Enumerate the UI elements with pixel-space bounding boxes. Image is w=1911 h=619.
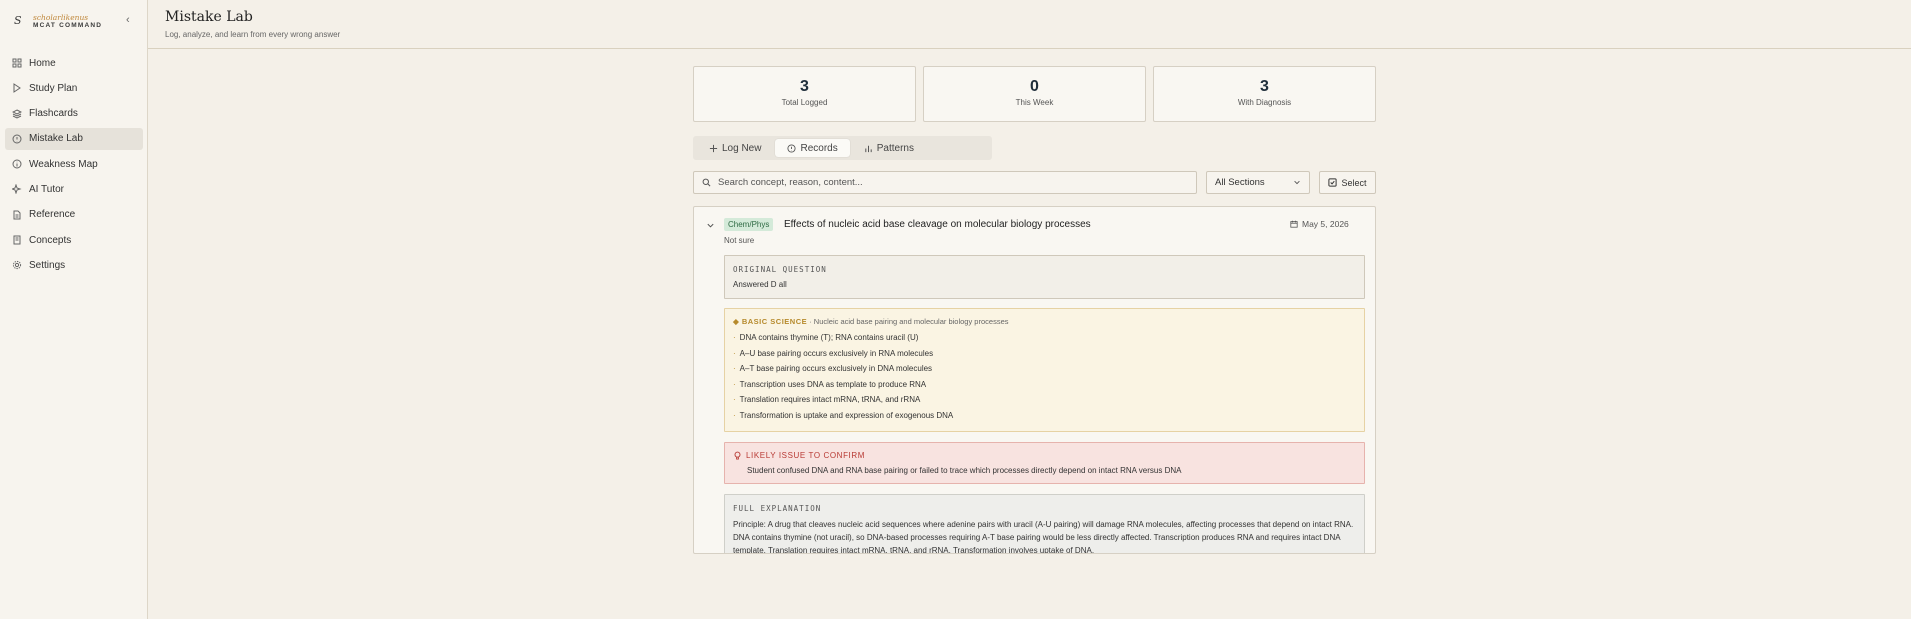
page-subtitle: Log, analyze, and learn from every wrong… <box>165 30 341 39</box>
stat-label: With Diagnosis <box>1237 98 1292 107</box>
full-explanation-panel: FULL EXPLANATION Principle: A drug that … <box>724 494 1365 554</box>
section-filter-select[interactable]: All Sections <box>1206 171 1310 194</box>
brand-name: scholarlikenus <box>33 13 89 22</box>
sidebar-item-label: Settings <box>29 259 66 271</box>
sidebar-item-label: Flashcards <box>29 108 78 120</box>
list-item: Translation requires intact mRNA, tRNA, … <box>733 395 953 411</box>
sidebar-item-ai-tutor[interactable]: AI Tutor <box>5 178 143 200</box>
tab-patterns[interactable]: Patterns <box>852 139 926 157</box>
stat-with-diagnosis: 3 With Diagnosis <box>1153 66 1376 122</box>
panel-body: Answered D all <box>733 280 787 289</box>
play-icon <box>11 82 23 94</box>
sidebar-item-weakness-map[interactable]: Weakness Map <box>5 153 143 175</box>
list-item: DNA contains thymine (T); RNA contains u… <box>733 333 953 349</box>
mistake-tabs: Log New Records Patterns <box>693 136 992 160</box>
brand: S scholarlikenus MCAT COMMAND <box>12 12 140 32</box>
sidebar-item-settings[interactable]: Settings <box>5 254 143 276</box>
lightbulb-icon <box>734 451 741 460</box>
panel-heading: FULL EXPLANATION <box>733 504 822 513</box>
search-input[interactable] <box>718 177 1188 188</box>
list-item: A–T base pairing occurs exclusively in D… <box>733 364 953 380</box>
record-date: May 5, 2026 <box>1290 219 1349 229</box>
basic-science-subheading: · Nucleic acid base pairing and molecula… <box>809 317 1009 326</box>
sidebar-item-concepts[interactable]: Concepts <box>5 229 143 251</box>
stat-label: Total Logged <box>781 98 828 107</box>
list-item: Transformation is uptake and expression … <box>733 411 954 427</box>
list-item: A–U base pairing occurs exclusively in R… <box>733 349 953 365</box>
sidebar-item-study-plan[interactable]: Study Plan <box>5 77 143 99</box>
original-question-panel: ORIGINAL QUESTION Answered D all <box>724 255 1365 299</box>
likely-issue-heading: LIKELY ISSUE TO CONFIRM <box>746 451 866 460</box>
sidebar-item-label: Study Plan <box>29 82 78 94</box>
tab-records[interactable]: Records <box>775 139 850 157</box>
record-date-text: May 5, 2026 <box>1302 219 1349 229</box>
info-circle-icon <box>11 158 23 170</box>
select-button-label: Select <box>1341 177 1367 188</box>
checkbox-icon <box>1328 178 1338 187</box>
basic-science-panel: ◆ BASIC SCIENCE · Nucleic acid base pair… <box>724 308 1365 432</box>
stat-value: 3 <box>1260 78 1269 95</box>
sidebar-item-label: Home <box>29 57 56 69</box>
sidebar-item-label: AI Tutor <box>29 183 65 195</box>
stat-this-week: 0 This Week <box>923 66 1146 122</box>
mistake-record-card: Chem/Phys Effects of nucleic acid base c… <box>693 206 1376 554</box>
select-button[interactable]: Select <box>1319 171 1376 194</box>
tab-label: Log New <box>722 142 762 154</box>
sidebar-item-label: Reference <box>29 209 76 221</box>
panel-heading: ◆ BASIC SCIENCE · Nucleic acid base pair… <box>733 317 1009 326</box>
panel-body: Principle: A drug that cleaves nucleic a… <box>733 520 1354 554</box>
stat-value: 3 <box>800 78 809 95</box>
sparkle-icon <box>11 183 23 195</box>
sidebar-nav: Home Study Plan Flashcards Mistake Lab W… <box>5 52 143 280</box>
plus-icon <box>709 144 718 152</box>
document-icon <box>11 209 23 221</box>
calendar-icon <box>1290 220 1298 228</box>
page-title: Mistake Lab <box>165 9 253 25</box>
panel-heading: ORIGINAL QUESTION <box>733 265 827 274</box>
likely-issue-panel: LIKELY ISSUE TO CONFIRM Student confused… <box>724 442 1365 484</box>
stat-label: This Week <box>1015 98 1054 107</box>
brand-subtitle: MCAT COMMAND <box>33 22 103 29</box>
sidebar-item-reference[interactable]: Reference <box>5 204 143 226</box>
sidebar: S scholarlikenus MCAT COMMAND ‹ Home Stu… <box>0 0 148 619</box>
book-icon <box>11 234 23 246</box>
stat-total-logged: 3 Total Logged <box>693 66 916 122</box>
record-status: Not sure <box>724 236 755 245</box>
sidebar-item-label: Concepts <box>29 234 72 246</box>
panel-heading: LIKELY ISSUE TO CONFIRM <box>733 451 865 460</box>
sidebar-item-label: Weakness Map <box>29 158 98 170</box>
section-filter-value: All Sections <box>1215 177 1265 188</box>
bar-chart-icon <box>865 145 872 152</box>
record-title[interactable]: Effects of nucleic acid base cleavage on… <box>784 219 1091 230</box>
alert-circle-icon <box>787 143 797 153</box>
gear-icon <box>11 259 23 271</box>
grid-icon <box>11 57 23 69</box>
sidebar-item-home[interactable]: Home <box>5 52 143 74</box>
layers-icon <box>11 108 23 120</box>
sidebar-item-flashcards[interactable]: Flashcards <box>5 103 143 125</box>
panel-body: Student confused DNA and RNA base pairin… <box>747 466 1182 475</box>
alert-circle-icon <box>11 133 23 145</box>
page-header: Mistake Lab Log, analyze, and learn from… <box>148 0 1911 49</box>
basic-science-heading: ◆ BASIC SCIENCE <box>733 317 808 326</box>
brand-logo: S <box>14 14 22 27</box>
tab-label: Patterns <box>876 142 914 154</box>
search-box <box>693 171 1197 194</box>
sidebar-item-label: Mistake Lab <box>29 133 83 145</box>
chevron-down-icon[interactable] <box>706 221 715 230</box>
sidebar-item-mistake-lab[interactable]: Mistake Lab <box>5 127 143 150</box>
tab-label: Records <box>800 142 838 154</box>
chevron-down-icon <box>1294 180 1300 185</box>
list-item: Transcription uses DNA as template to pr… <box>733 380 953 396</box>
collapse-sidebar-icon[interactable]: ‹ <box>126 14 130 26</box>
search-icon <box>702 178 711 187</box>
tab-log-new[interactable]: Log New <box>697 139 773 157</box>
stat-value: 0 <box>1030 78 1039 95</box>
section-badge: Chem/Phys <box>724 218 774 231</box>
basic-science-list: DNA contains thymine (T); RNA contains u… <box>733 333 954 427</box>
